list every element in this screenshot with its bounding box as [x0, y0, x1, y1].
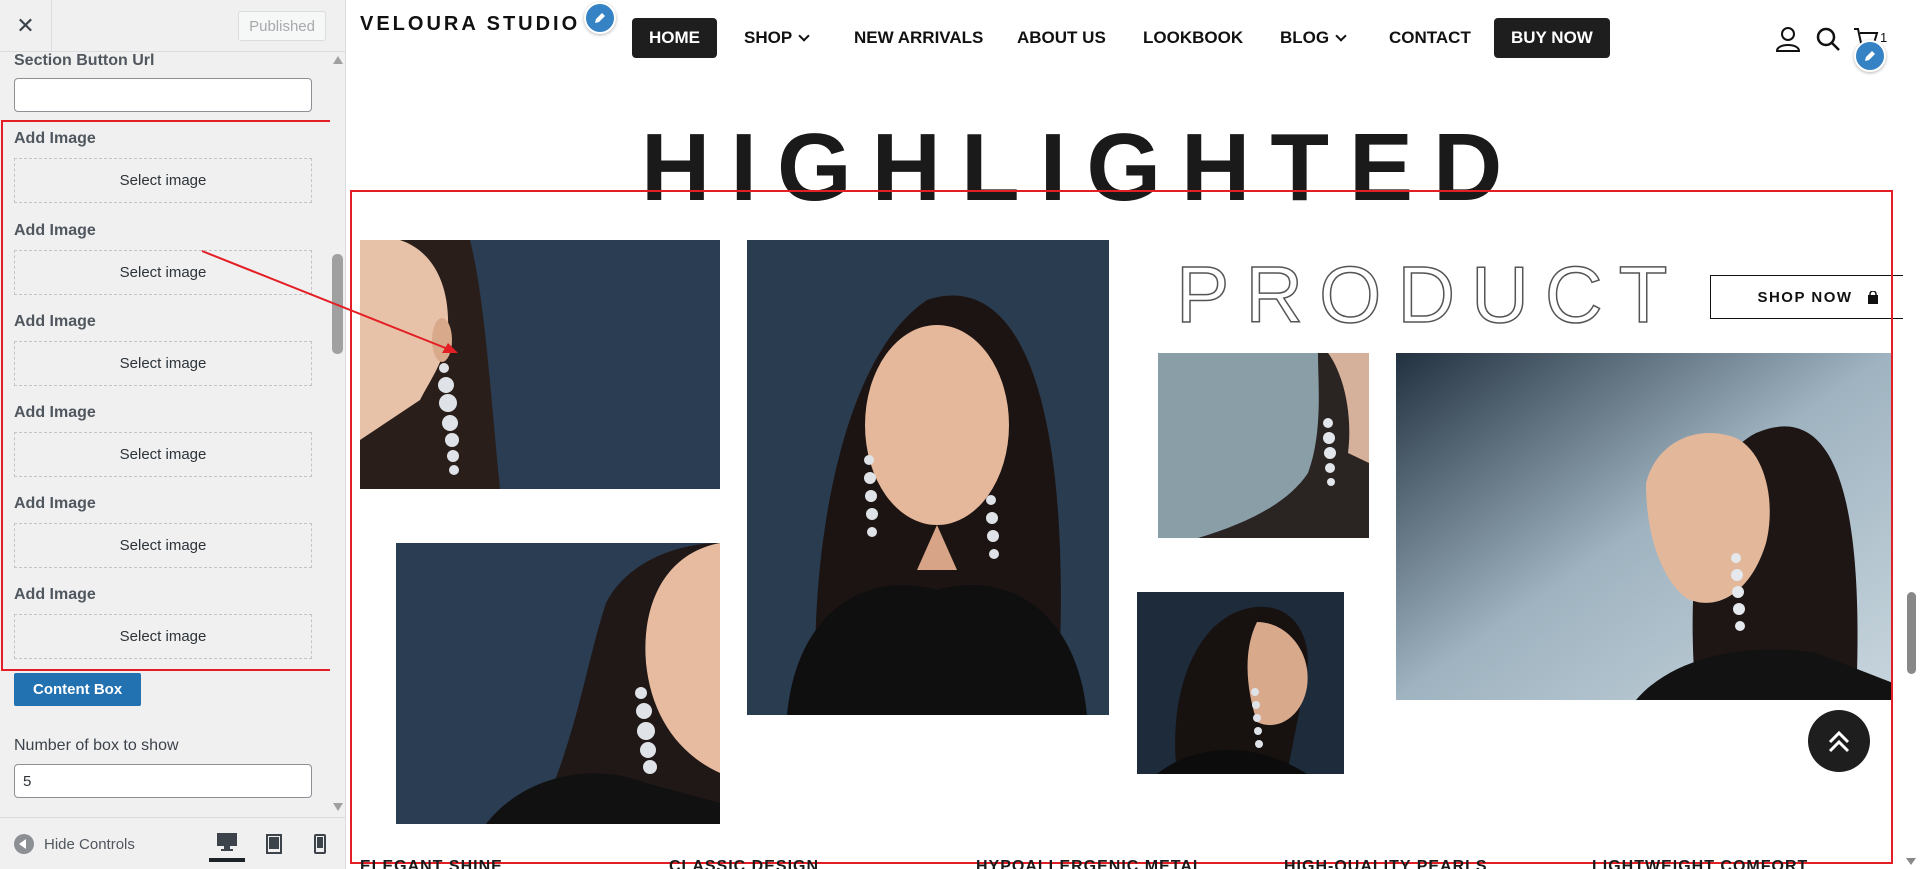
shop-now-label: SHOP NOW [1757, 288, 1853, 306]
account-icon[interactable] [1774, 25, 1802, 53]
select-image-button[interactable]: Select image [14, 523, 312, 568]
edit-pencil-icon[interactable] [1854, 40, 1886, 72]
main-navigation: HOME SHOP NEW ARRIVALS ABOUT US LOOKBOOK… [346, 18, 1920, 58]
chevron-down-icon [1335, 29, 1347, 42]
feature-item: ELEGANT SHINE [360, 858, 503, 869]
nav-blog-label: BLOG [1280, 28, 1330, 47]
number-of-box-input[interactable] [14, 764, 312, 798]
product-photo-earring-closeup[interactable] [360, 240, 720, 489]
nav-new-arrivals[interactable]: NEW ARRIVALS [854, 18, 983, 58]
nav-contact[interactable]: CONTACT [1389, 18, 1471, 58]
customizer-footer: Hide Controls [0, 817, 345, 869]
tablet-icon[interactable] [256, 826, 292, 862]
nav-home[interactable]: HOME [632, 18, 717, 58]
feature-item: HYPOALLERGENIC METAL [976, 858, 1204, 869]
sidebar-scrollbar[interactable] [330, 52, 345, 817]
section-title-solid: HIGHLIGHTED [641, 114, 1523, 221]
preview-scroll-thumb[interactable] [1907, 592, 1916, 674]
number-of-box-label: Number of box to show [14, 737, 179, 754]
product-photo-half-face[interactable] [396, 543, 720, 824]
nav-shop[interactable]: SHOP [744, 18, 810, 58]
close-icon[interactable]: ✕ [0, 0, 52, 52]
select-image-button[interactable]: Select image [14, 432, 312, 477]
desktop-icon[interactable] [209, 826, 245, 862]
feature-item: LIGHTWEIGHT COMFORT [1592, 858, 1809, 869]
buy-now-button[interactable]: BUY NOW [1494, 18, 1610, 58]
add-image-label: Add Image [14, 130, 96, 147]
feature-item: CLASSIC DESIGN [669, 858, 820, 869]
scroll-up-icon[interactable] [333, 56, 343, 64]
add-image-label: Add Image [14, 404, 96, 421]
customizer-sidebar: ✕ Published Section Button Url Add Image… [0, 0, 346, 869]
product-photo-earring-profile[interactable] [1158, 353, 1369, 538]
add-image-label: Add Image [14, 586, 96, 603]
select-image-button[interactable]: Select image [14, 250, 312, 295]
customizer-panel: Section Button Url Add Image Select imag… [0, 52, 330, 817]
content-box-button[interactable]: Content Box [14, 673, 142, 706]
select-image-button[interactable]: Select image [14, 614, 312, 659]
shopping-bag-icon [1867, 290, 1879, 304]
feature-strip: ELEGANT SHINE CLASSIC DESIGN HYPOALLERGE… [360, 858, 1900, 869]
hide-controls-label: Hide Controls [44, 835, 135, 853]
site-preview: VELOURA STUDIO HOME SHOP NEW ARRIVALS AB… [346, 0, 1920, 869]
hide-controls-button[interactable]: Hide Controls [14, 834, 135, 854]
product-photo-profile-light[interactable] [1396, 353, 1893, 700]
feature-item: HIGH-QUALITY PEARLS [1284, 858, 1488, 869]
product-photo-portrait-front[interactable] [747, 240, 1109, 715]
nav-lookbook[interactable]: LOOKBOOK [1143, 18, 1243, 58]
mobile-icon[interactable] [302, 826, 338, 862]
chevron-down-icon [798, 29, 810, 42]
scroll-down-icon[interactable] [1906, 858, 1916, 865]
collapse-icon [14, 834, 34, 854]
shop-now-button[interactable]: SHOP NOW [1710, 275, 1920, 319]
nav-about-us[interactable]: ABOUT US [1017, 18, 1106, 58]
section-button-url-label: Section Button Url [14, 52, 155, 69]
published-button[interactable]: Published [238, 11, 326, 41]
product-photo-side-profile[interactable] [1137, 592, 1344, 774]
scroll-to-top-button[interactable] [1808, 710, 1870, 772]
section-title-outline: PRODUCT [1175, 250, 1684, 339]
nav-blog[interactable]: BLOG [1280, 18, 1347, 58]
section-button-url-input[interactable] [14, 78, 312, 112]
scroll-down-icon[interactable] [333, 803, 343, 811]
add-image-label: Add Image [14, 495, 96, 512]
nav-shop-label: SHOP [744, 28, 793, 47]
scroll-thumb[interactable] [332, 254, 343, 354]
select-image-button[interactable]: Select image [14, 341, 312, 386]
cart-count: 1 [1880, 30, 1888, 45]
search-icon[interactable] [1814, 25, 1842, 53]
add-image-label: Add Image [14, 222, 96, 239]
select-image-button[interactable]: Select image [14, 158, 312, 203]
preview-scrollbar[interactable] [1903, 0, 1920, 869]
customizer-header: ✕ Published [0, 0, 345, 52]
add-image-label: Add Image [14, 313, 96, 330]
